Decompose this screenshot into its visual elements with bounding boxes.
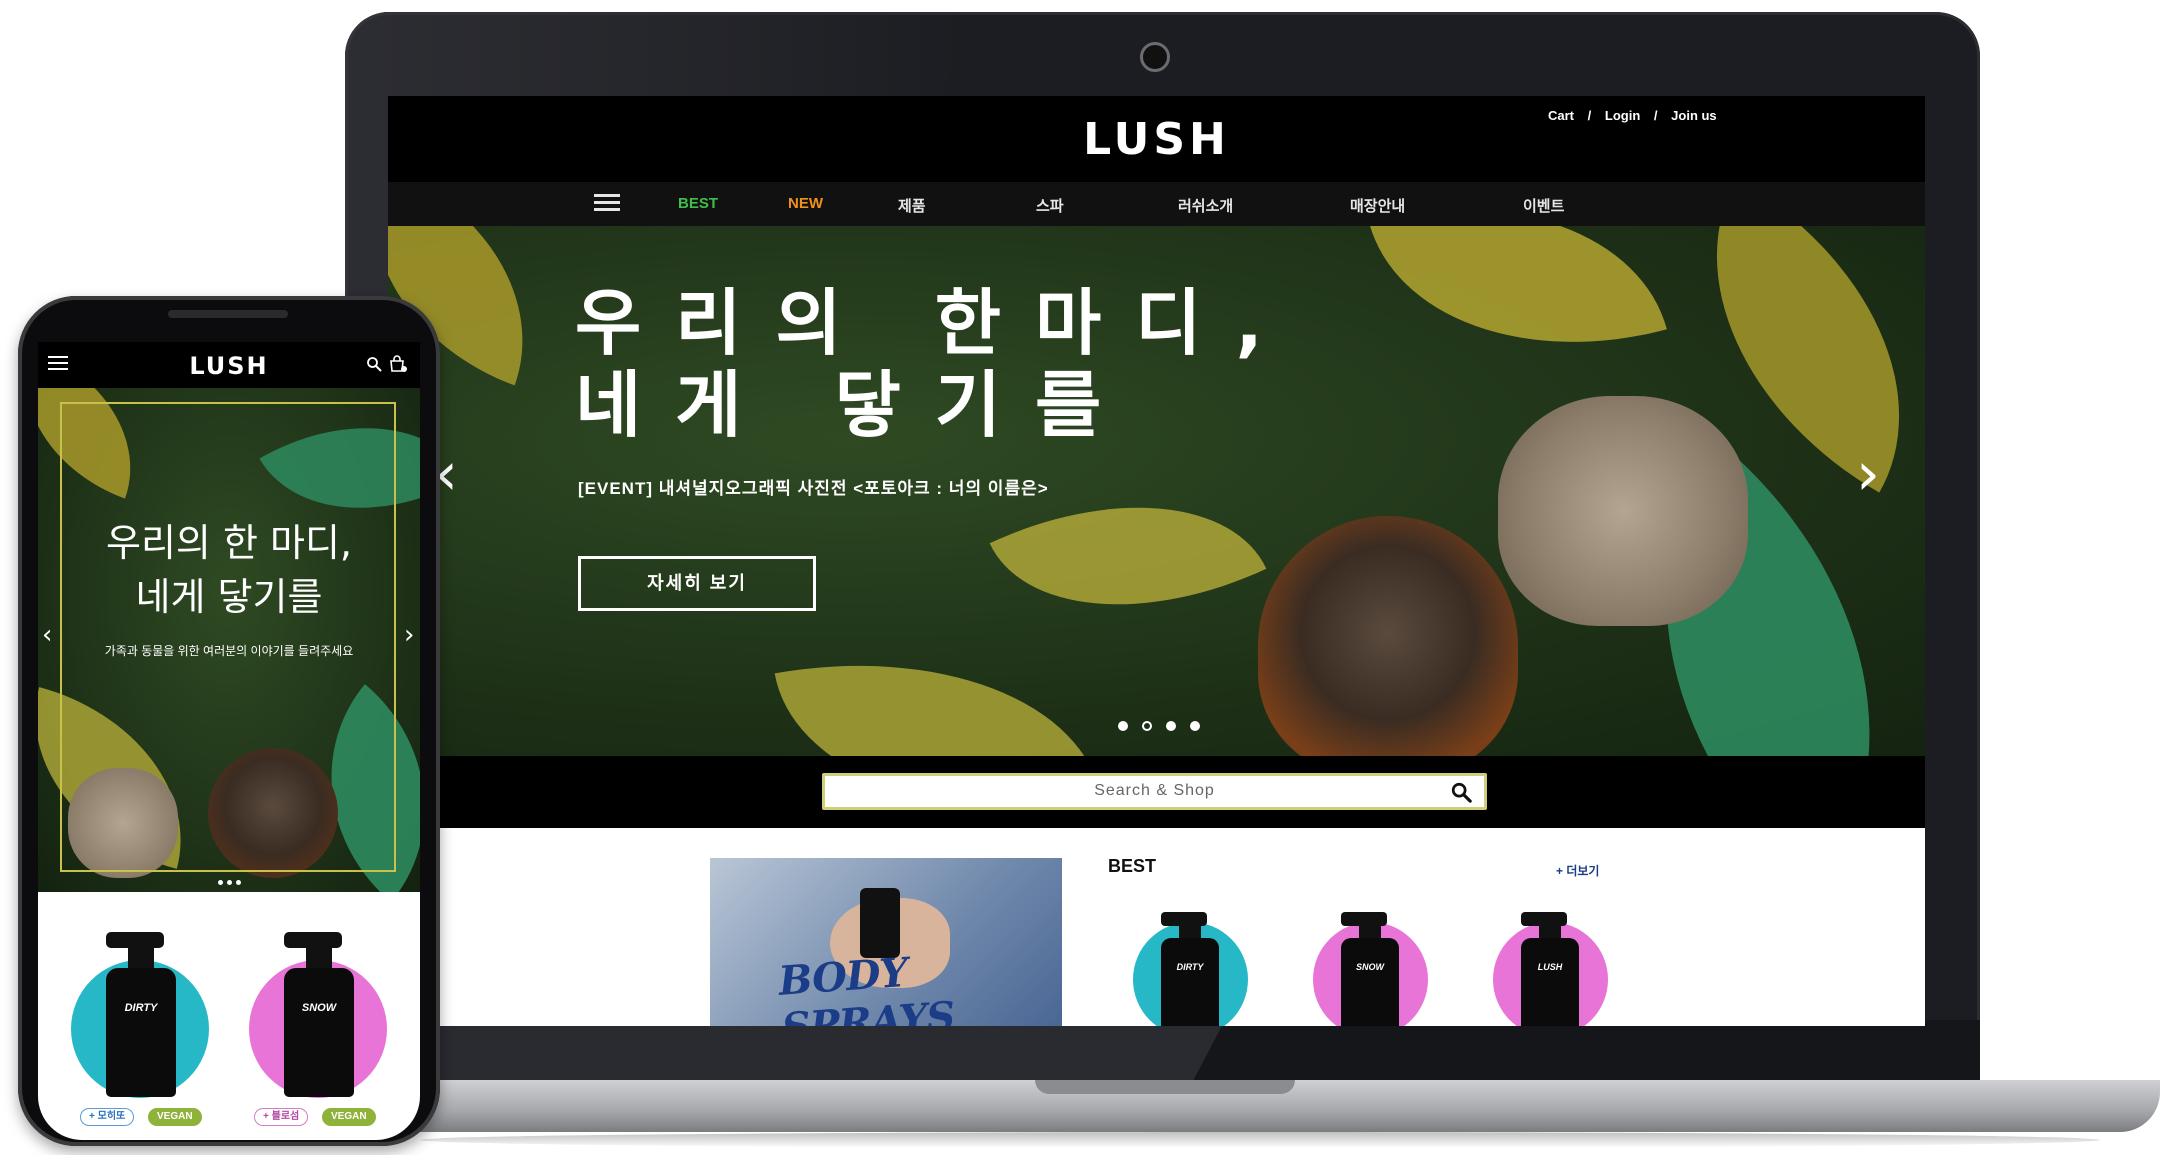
promo-bottle-icon — [860, 888, 900, 958]
hero-next-arrow-icon[interactable]: › — [404, 620, 414, 650]
more-link[interactable]: + 더보기 — [1556, 862, 1599, 879]
spray-bottle-icon: DIRTY — [106, 932, 176, 1097]
laptop-shadow — [420, 1132, 2100, 1148]
nav-item-stores[interactable]: 매장안내 — [1350, 195, 1405, 216]
phone-screen: LUSH 우리의 한 마디, 네게 닿기를 가족과 동물을 위한 여러분의 이야… — [38, 342, 420, 1140]
pagination-dot[interactable] — [1166, 721, 1176, 731]
orangutan-illustration — [1258, 516, 1518, 756]
vegan-badge: VEGAN — [322, 1108, 376, 1126]
spray-bottle-icon: SNOW — [284, 932, 354, 1097]
hamburger-menu-icon[interactable] — [594, 194, 620, 212]
best-section-title: BEST — [1108, 856, 1157, 876]
lid-bottom-sheen — [345, 1020, 1225, 1087]
utility-links: Cart / Login / Join us — [1543, 108, 1722, 123]
hero-title: 우리의 한마디, 네게 닿기를 — [575, 281, 1297, 447]
bottle-label: DIRTY — [124, 1002, 158, 1014]
phone-product[interactable]: SNOW + 블로섬 VEGAN — [244, 912, 394, 1132]
spray-bottle-icon: SNOW — [1341, 912, 1399, 1026]
bottle-label: DIRTY — [1176, 962, 1204, 972]
leaf-decoration — [774, 621, 1102, 756]
leaf-decoration — [1369, 226, 1667, 397]
nav-item-about[interactable]: 러쉬소개 — [1178, 195, 1233, 216]
spray-bottle-icon: DIRTY — [1161, 912, 1219, 1026]
phone-hero-banner: 우리의 한 마디, 네게 닿기를 가족과 동물을 위한 여러분의 이야기를 들려… — [38, 388, 420, 892]
laptop-base-notch — [1035, 1080, 1295, 1094]
body-sprays-promo[interactable]: BODY SPRAYS — [710, 858, 1062, 1026]
promo-text: BODY SPRAYS — [777, 948, 956, 1026]
phone-speaker — [168, 310, 288, 318]
bottle-label: LUSH — [1537, 962, 1563, 972]
pagination-dot[interactable] — [1190, 721, 1200, 731]
util-separator: / — [1653, 108, 1658, 123]
phone-product[interactable]: DIRTY + 모히또 VEGAN — [66, 912, 216, 1132]
best-product[interactable]: LUSH — [1483, 882, 1613, 1026]
nav-item-products[interactable]: 제품 — [898, 195, 926, 216]
laptop-screen: LUSH Cart / Login / Join us BEST NEW 제품 … — [388, 96, 1925, 1026]
spray-bottle-icon: LUSH — [1521, 912, 1579, 1026]
search-icon[interactable] — [366, 356, 382, 372]
nav-item-new[interactable]: NEW — [788, 195, 823, 212]
pagination-dot[interactable] — [1142, 721, 1152, 731]
pagination-dot[interactable] — [1118, 721, 1128, 731]
join-link[interactable]: Join us — [1671, 108, 1717, 123]
util-separator: / — [1587, 108, 1592, 123]
search-band: Search & Shop — [388, 756, 1925, 828]
nav-item-events[interactable]: 이벤트 — [1523, 195, 1564, 216]
search-icon[interactable] — [1450, 781, 1472, 803]
product-tag: + 모히또 — [80, 1108, 135, 1126]
hero-banner: 우리의 한마디, 네게 닿기를 [EVENT] 내셔널지오그래픽 사진전 <포토… — [388, 226, 1925, 756]
shopping-bag-icon[interactable] — [388, 354, 408, 374]
hero-subtitle: [EVENT] 내셔널지오그래픽 사진전 <포토아크 : 너의 이름은> — [578, 479, 1049, 498]
hero-frame — [60, 402, 396, 872]
phone-logo[interactable]: LUSH — [38, 352, 420, 380]
phone-hero-subtitle: 가족과 동물을 위한 여러분의 이야기를 들려주세요 — [104, 644, 354, 658]
hero-pagination — [38, 872, 420, 890]
phone-header: LUSH — [38, 342, 420, 388]
best-product[interactable]: SNOW — [1303, 882, 1433, 1026]
product-tag: + 블로섬 — [254, 1108, 309, 1126]
login-link[interactable]: Login — [1605, 108, 1640, 123]
bottle-label: SNOW — [301, 1002, 337, 1014]
hero-detail-button[interactable]: 자세히 보기 — [578, 556, 816, 611]
cart-link[interactable]: Cart — [1548, 108, 1574, 123]
site-header: LUSH Cart / Login / Join us — [388, 96, 1925, 182]
content-section: BODY SPRAYS BEST + 더보기 DIRTY SNOW LUSH — [388, 828, 1925, 1026]
search-placeholder: Search & Shop — [1094, 782, 1215, 799]
hero-next-arrow-icon[interactable]: › — [1856, 444, 1880, 504]
cougar-illustration — [1498, 396, 1748, 626]
nav-item-best[interactable]: BEST — [678, 195, 718, 212]
bottle-label: SNOW — [1356, 962, 1384, 972]
hero-prev-arrow-icon[interactable]: ‹ — [42, 620, 52, 650]
search-input[interactable]: Search & Shop — [822, 773, 1487, 810]
hero-pagination — [1111, 718, 1207, 736]
camera-icon — [1140, 42, 1170, 72]
best-product[interactable]: DIRTY — [1123, 882, 1253, 1026]
vegan-badge: VEGAN — [148, 1108, 202, 1126]
nav-item-spa[interactable]: 스파 — [1036, 195, 1064, 216]
main-nav: BEST NEW 제품 스파 러쉬소개 매장안내 이벤트 — [388, 182, 1925, 226]
phone-hero-title: 우리의 한 마디, 네게 닿기를 — [106, 521, 352, 619]
